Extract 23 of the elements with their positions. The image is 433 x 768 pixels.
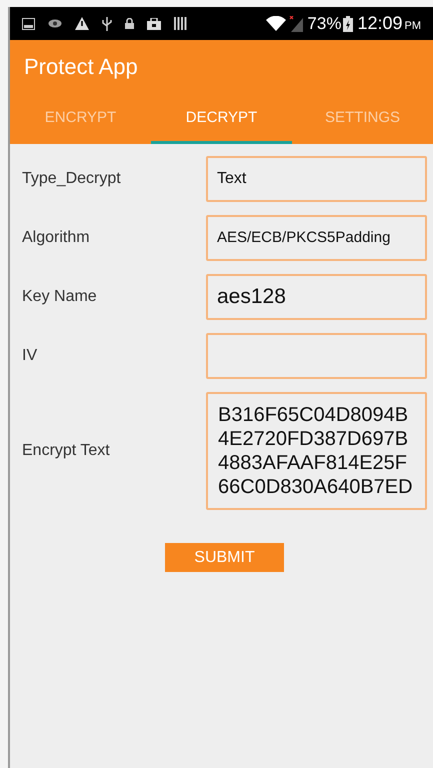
app-title: Protect App: [24, 52, 138, 81]
input-field[interactable]: [206, 333, 427, 379]
input-field[interactable]: AES/ECB/PKCS5Padding: [206, 215, 427, 261]
field-label: Encrypt Text: [21, 441, 111, 461]
clock: 12:09 PM: [357, 12, 421, 35]
input-field[interactable]: Text: [206, 156, 427, 202]
field-label: Key Name: [21, 287, 98, 307]
field-label: Algorithm: [21, 228, 91, 248]
field-label: Type_Decrypt: [21, 169, 122, 189]
battery-percent: 73%: [307, 12, 342, 35]
barcode-icon: [174, 17, 187, 30]
signal-icon: [289, 16, 304, 32]
lock-icon: [125, 18, 134, 29]
briefcase-icon: [147, 18, 161, 30]
input-field[interactable]: B316F65C04D8094B 4E2720FD387D697B 4883AFAAF814E25F 66C0D830A640B7ED: [206, 392, 427, 510]
battery-icon: [343, 16, 354, 32]
field-label: IV: [21, 346, 38, 366]
input-field[interactable]: aes128: [206, 274, 427, 320]
picture-icon: [22, 18, 35, 30]
wifi-icon: [266, 16, 286, 31]
usb-icon: [102, 16, 112, 30]
warning-icon: [75, 17, 89, 30]
eye-icon: [48, 19, 62, 28]
